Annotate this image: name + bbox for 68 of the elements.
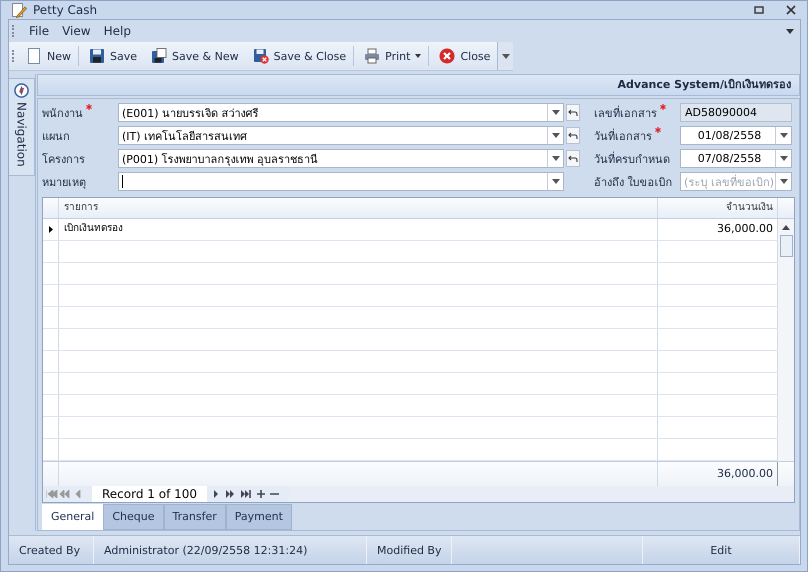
dropdown-field[interactable]: (P001) โรงพยาบาลกรุงเทพ อุบลราชธานี: [118, 149, 564, 168]
undo-icon: [568, 154, 578, 164]
caret-icon: [552, 133, 560, 138]
menu-item[interactable]: Help: [104, 24, 131, 38]
field-label: พนักงาน: [42, 106, 83, 120]
tab[interactable]: General: [42, 504, 104, 530]
window-title: Petty Cash: [33, 3, 98, 17]
undo-button[interactable]: [566, 104, 580, 121]
column-header[interactable]: จำนวนเงิน: [658, 198, 778, 218]
undo-icon: [568, 108, 578, 118]
toolbar-options-button[interactable]: [497, 42, 514, 70]
navigation-tab[interactable]: Navigation: [9, 78, 35, 176]
caret-icon: [502, 54, 510, 58]
scrollbar[interactable]: [778, 219, 794, 461]
column-header[interactable]: รายการ: [59, 198, 658, 218]
tab[interactable]: Payment: [226, 504, 292, 530]
field-label: วันที่ครบกำหนด: [594, 152, 670, 166]
caret-icon: [552, 110, 560, 115]
floppy-disk-page-icon: [151, 48, 168, 64]
undo-button[interactable]: [566, 150, 580, 167]
caret-icon: [552, 156, 560, 161]
date-field[interactable]: 07/08/2558: [680, 149, 792, 168]
document-number-field: AD58090004: [680, 103, 792, 122]
table-cell: เบิกเงินทดรอง: [59, 219, 658, 240]
compass-icon: [14, 83, 29, 98]
toolbar-button[interactable]: Save: [85, 46, 142, 66]
record-counter: Record 1 of 100: [92, 486, 208, 502]
menu-item[interactable]: File: [29, 24, 50, 38]
dropdown-field[interactable]: (IT) เทคโนโลยีสารสนเทศ: [118, 126, 564, 145]
toolbar-button[interactable]: Save & Close: [248, 46, 350, 66]
close-icon: [439, 48, 456, 64]
toolbar-button[interactable]: Close: [435, 46, 494, 66]
field-label: เลขที่เอกสาร: [594, 106, 657, 120]
field-label: หมายเหตุ: [42, 176, 86, 188]
caret-icon: [780, 179, 788, 184]
toolbar-button[interactable]: Save & New: [147, 46, 243, 66]
floppy-disk-delete-icon: [252, 48, 269, 64]
caret-icon[interactable]: [786, 28, 794, 34]
tab[interactable]: Transfer: [164, 504, 226, 530]
blank-page-icon: [26, 48, 42, 64]
caret-icon: [780, 156, 788, 161]
status-label: Modified By: [367, 536, 452, 564]
undo-button[interactable]: [566, 127, 580, 144]
field-label: แผนก: [42, 130, 70, 142]
printer-icon: [364, 48, 380, 64]
toolbar-button[interactable]: New: [22, 46, 75, 66]
date-field[interactable]: 01/08/2558: [680, 126, 792, 145]
status-label: Created By: [9, 536, 94, 564]
field-label: วันที่เอกสาร: [594, 130, 652, 142]
caret-icon: [780, 133, 788, 138]
status-mode: Edit: [643, 536, 800, 564]
caret-icon: [415, 54, 422, 58]
dropdown-field[interactable]: [118, 172, 564, 191]
dropdown-field[interactable]: (E001) นายบรรเจิด สว่างศรี: [118, 103, 564, 122]
undo-icon: [568, 130, 578, 140]
caret-icon: [552, 179, 560, 184]
scrollbar-thumb[interactable]: [780, 235, 792, 257]
toolbar-button[interactable]: Print: [360, 46, 426, 66]
document-pencil-icon: [11, 2, 27, 18]
field-label: อ้างถึง ใบขอเบิก: [594, 176, 672, 188]
menu-item[interactable]: View: [62, 24, 91, 38]
status-text: Administrator (22/09/2558 12:31:24): [94, 536, 367, 564]
tab[interactable]: Cheque: [103, 504, 164, 530]
section-header: Advance System/เบิกเงินทดรอง: [37, 74, 800, 96]
close-icon[interactable]: [785, 4, 797, 16]
field-label: โครงการ: [42, 152, 85, 166]
restore-icon[interactable]: [753, 4, 765, 16]
scroll-up-icon[interactable]: [782, 225, 790, 230]
